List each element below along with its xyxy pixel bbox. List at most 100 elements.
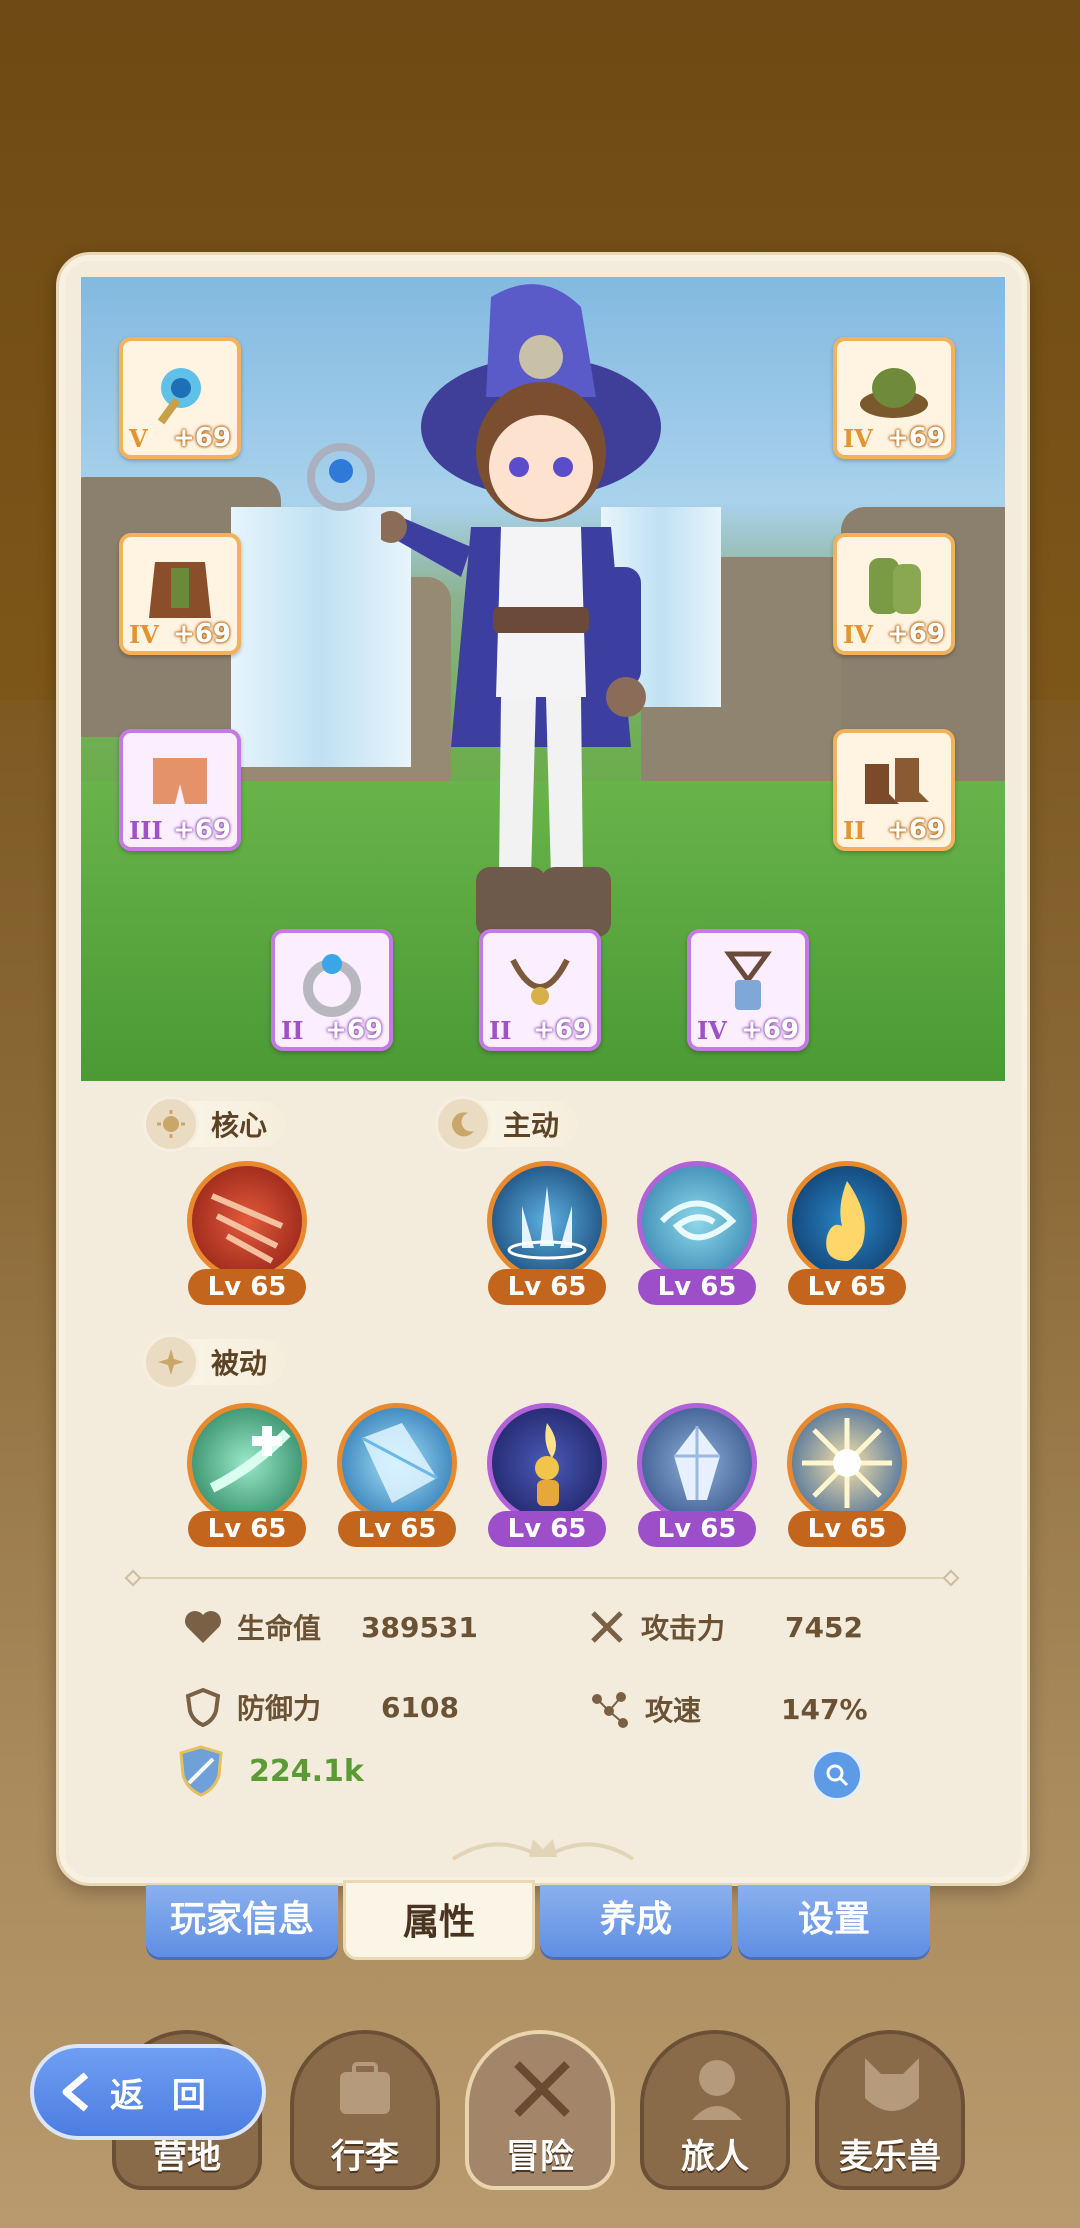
tab-settings[interactable]: 设置 [738,1885,930,1957]
enhance-level: +69 [887,423,945,453]
stat-label: 生命值 [237,1612,322,1645]
equip-slot-pants[interactable]: III +69 [119,729,241,851]
back-button[interactable]: 返 回 [30,2044,266,2140]
sun-icon [143,1096,199,1152]
active-section-header: 主动 [435,1096,578,1152]
panel-ornament [451,1839,635,1861]
passive-skill-3[interactable]: Lv 65 [484,1403,610,1547]
moon-icon [435,1096,491,1152]
rarity-label: II [281,1016,304,1045]
traveler-icon [692,2060,742,2120]
skill-level: Lv 65 [188,1511,306,1547]
equip-slot-necklace[interactable]: II +69 [479,929,601,1051]
passive-skill-2[interactable]: Lv 65 [334,1403,460,1547]
nav-pet[interactable]: 麦乐兽 [815,2030,965,2190]
rarity-label: IV [843,620,873,649]
pants-icon [153,758,207,805]
nav-adventure[interactable]: 冒险 [465,2030,615,2190]
rarity-label: IV [697,1016,727,1045]
equip-slot-armor[interactable]: IV +69 [119,533,241,655]
section-title: 主动 [503,1109,560,1142]
skill-level: Lv 65 [638,1269,756,1305]
stat-value: 7452 [785,1610,863,1644]
ground-spike-icon [487,1161,607,1281]
equip-slot-ring[interactable]: II +69 [271,929,393,1051]
skill-level: Lv 65 [338,1511,456,1547]
tab-development[interactable]: 养成 [540,1885,732,1957]
ring-icon [303,954,361,1018]
crossed-swords-icon [514,2061,570,2117]
rarity-label: II [489,1016,512,1045]
tab-attributes[interactable]: 属性 [343,1880,535,1960]
combat-power: 224.1k [177,1745,364,1797]
character-avatar[interactable] [381,277,701,977]
stat-detail-button[interactable] [811,1749,863,1801]
character-panel: V +69 IV +69 III +69 IV +69 IV +69 II +6… [56,252,1030,1886]
nav-luggage[interactable]: 行李 [290,2030,440,2190]
nav-traveler[interactable]: 旅人 [640,2030,790,2190]
enhance-level: +69 [325,1015,383,1045]
skill-level: Lv 65 [188,1269,306,1305]
stat-speed: 攻速 147% [587,1687,868,1731]
active-skill-2[interactable]: Lv 65 [634,1161,760,1305]
character-scene: V +69 IV +69 III +69 IV +69 IV +69 II +6… [81,277,1005,1081]
passive-section-header: 被动 [143,1334,286,1390]
ice-shard-icon [337,1403,457,1523]
heal-plus-icon [187,1403,307,1523]
search-icon [826,1764,849,1787]
equip-slot-boots[interactable]: II +69 [833,729,955,851]
whirlwind-icon [637,1161,757,1281]
wand-icon [157,368,201,425]
active-skill-1[interactable]: Lv 65 [484,1161,610,1305]
nav-label: 麦乐兽 [839,2137,941,2177]
passive-skill-4[interactable]: Lv 65 [634,1403,760,1547]
crystal-icon [637,1403,757,1523]
section-divider [137,1577,947,1579]
enhance-level: +69 [741,1015,799,1045]
stat-label: 防御力 [237,1692,322,1725]
stat-defense: 防御力 6108 [183,1687,459,1727]
necklace-icon [510,958,570,1006]
core-skill-1[interactable]: Lv 65 [184,1161,310,1305]
back-label: 返 回 [110,2075,214,2116]
stat-label: 攻速 [645,1694,702,1727]
rarity-label: II [843,816,866,845]
enhance-level: +69 [173,423,231,453]
section-title: 被动 [211,1347,268,1380]
speed-nodes-icon [592,1692,628,1728]
equip-slot-gloves[interactable]: IV +69 [833,533,955,655]
stat-value: 147% [781,1692,868,1726]
tab-player-info[interactable]: 玩家信息 [146,1885,338,1957]
passive-skill-5[interactable]: Lv 65 [784,1403,910,1547]
equip-slot-hat[interactable]: IV +69 [833,337,955,459]
section-title: 核心 [211,1109,268,1142]
stat-attack: 攻击力 7452 [587,1607,863,1647]
nav-label: 行李 [331,2137,399,2177]
stat-value: 6108 [381,1690,459,1724]
crossed-swords-icon [591,1611,623,1643]
nav-label: 旅人 [681,2137,749,2177]
skill-level: Lv 65 [638,1511,756,1547]
star-icon [143,1334,199,1390]
equip-slot-wand[interactable]: V +69 [119,337,241,459]
stat-hp: 生命值 389531 [183,1607,478,1647]
stat-value: 389531 [361,1610,478,1644]
floating-orb-icon [307,443,375,511]
equip-slot-amulet[interactable]: IV +69 [687,929,809,1051]
armor-icon [149,562,211,619]
gloves-icon [869,558,921,615]
active-skill-3[interactable]: Lv 65 [784,1161,910,1305]
burst-icon [787,1403,907,1523]
heart-icon [185,1611,221,1643]
hat-icon [860,368,928,419]
rarity-label: IV [129,620,159,649]
flame-icon [787,1161,907,1281]
passive-skill-1[interactable]: Lv 65 [184,1403,310,1547]
boots-icon [865,758,929,805]
lightbulb-hand-icon [487,1403,607,1523]
luggage-icon [340,2062,390,2114]
core-section-header: 核心 [143,1096,286,1152]
rarity-label: IV [843,424,873,453]
enhance-level: +69 [887,815,945,845]
rarity-label: III [129,816,163,845]
